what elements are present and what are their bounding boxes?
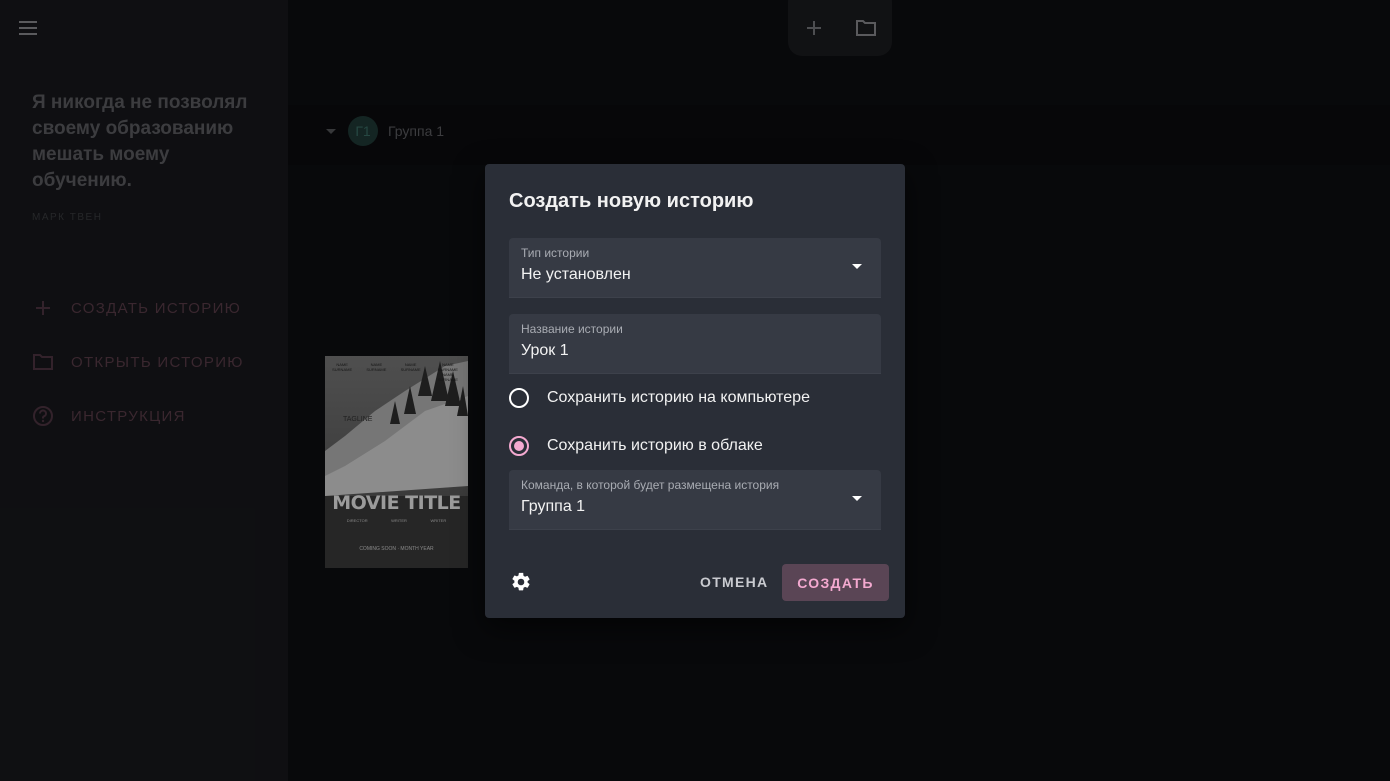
cancel-button[interactable]: ОТМЕНА — [692, 564, 776, 600]
radio-label: Сохранить историю в облаке — [547, 437, 763, 454]
field-value: Не установлен — [521, 266, 631, 283]
field-value: Урок 1 — [521, 342, 569, 359]
gear-icon — [512, 572, 530, 591]
create-story-dialog: Создать новую историю Тип истории Не уст… — [485, 164, 905, 618]
field-label: Тип истории — [521, 246, 590, 260]
radio-unchecked-icon[interactable] — [509, 388, 529, 408]
field-label: Название истории — [521, 322, 623, 336]
story-type-select[interactable]: Тип истории Не установлен — [509, 238, 881, 298]
dialog-title: Создать новую историю — [509, 190, 754, 212]
radio-checked-icon[interactable] — [509, 436, 529, 456]
save-local-radio[interactable]: Сохранить историю на компьютере — [509, 386, 810, 410]
story-name-input[interactable]: Название истории Урок 1 — [509, 314, 881, 374]
radio-label: Сохранить историю на компьютере — [547, 389, 810, 406]
dropdown-arrow-icon — [852, 496, 862, 501]
settings-button[interactable] — [509, 570, 533, 594]
team-select[interactable]: Команда, в которой будет размещена истор… — [509, 470, 881, 530]
save-cloud-radio[interactable]: Сохранить историю в облаке — [509, 434, 763, 458]
create-button[interactable]: СОЗДАТЬ — [782, 564, 889, 601]
field-value: Группа 1 — [521, 498, 586, 515]
dropdown-arrow-icon — [852, 264, 862, 269]
field-label: Команда, в которой будет размещена истор… — [521, 478, 780, 492]
